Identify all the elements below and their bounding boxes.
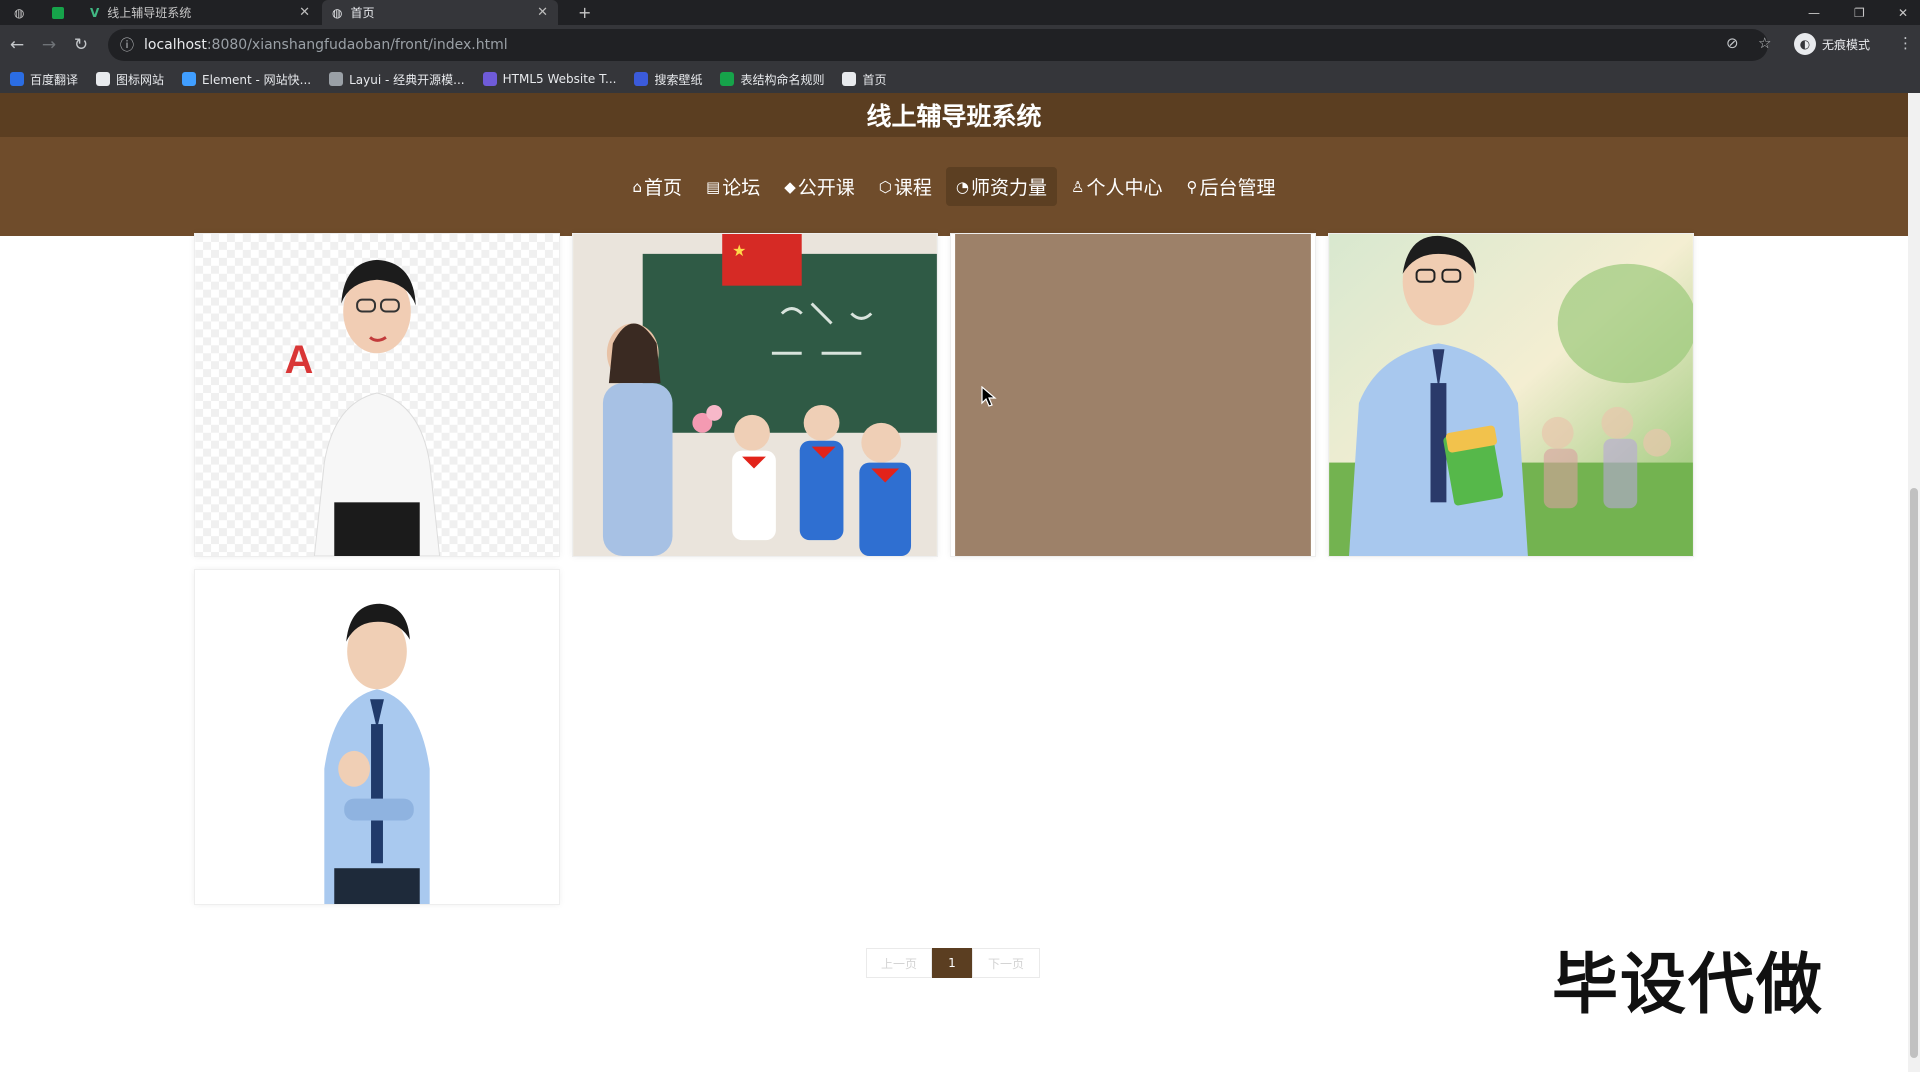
bookmarks-bar: 百度翻译 图标网站 Element - 网站快... Layui - 经典开源模...… bbox=[0, 65, 1920, 93]
main-nav: ⌂ 首页 ▤ 论坛 ◆ 公开课 ⬡ 课程 ◔ 师资力量 ♙ 个人中心 ⚲ 后台管理 bbox=[0, 137, 1908, 236]
forum-icon: ▤ bbox=[706, 177, 721, 196]
pagination: 上一页 1 下一页 bbox=[866, 948, 1040, 978]
teacher-photo-4 bbox=[1329, 234, 1693, 556]
bookmark-icon bbox=[720, 72, 735, 86]
url-path: :8080/xianshangfudaoban/front/index.html bbox=[206, 37, 508, 53]
graduation-icon: ◆ bbox=[784, 177, 796, 196]
close-tab-icon[interactable]: ✕ bbox=[537, 5, 548, 20]
nav-item[interactable]: ⚲ 后台管理 bbox=[1177, 167, 1286, 206]
site-title: 线上辅导班系统 bbox=[0, 93, 1908, 137]
tab-title: 线上辅导班系统 bbox=[107, 6, 192, 20]
info-icon: ⓘ bbox=[120, 38, 134, 54]
bookmark-item[interactable]: 图标网站 bbox=[96, 71, 164, 88]
eye-off-icon[interactable]: ⊘ bbox=[1726, 34, 1739, 52]
bookmark-item[interactable]: 表结构命名规则 bbox=[720, 71, 824, 88]
new-tab-button[interactable]: + bbox=[568, 0, 598, 25]
nav-item[interactable]: ▤ 论坛 bbox=[696, 167, 770, 206]
pinned-tab-icon[interactable] bbox=[46, 0, 74, 25]
page-viewport: 线上辅导班系统 ⌂ 首页 ▤ 论坛 ◆ 公开课 ⬡ 课程 ◔ 师资力量 ♙ 个人中心 ⚲ 后台管理 A bbox=[0, 93, 1920, 1072]
bookmark-icon bbox=[482, 72, 497, 86]
user-icon: ♙ bbox=[1071, 177, 1085, 196]
bookmark-label: 百度翻译 bbox=[30, 72, 79, 87]
course-icon: ⬡ bbox=[878, 177, 892, 196]
url-host: localhost bbox=[144, 37, 207, 53]
nav-label: 课程 bbox=[893, 177, 932, 199]
incognito-profile[interactable]: ◐ 无痕模式 bbox=[1794, 33, 1870, 55]
bookmark-label: 表结构命名规则 bbox=[740, 72, 825, 87]
browser-tab-system[interactable]: V 线上辅导班系统 ✕ bbox=[80, 0, 320, 25]
nav-label: 公开课 bbox=[797, 177, 855, 199]
browser-toolbar: ← → ↻ ⓘ localhost :8080/xianshangfudaoba… bbox=[0, 25, 1920, 65]
teacher-card[interactable]: A bbox=[194, 233, 560, 557]
browser-tab-home[interactable]: ◍ 首页 ✕ bbox=[322, 0, 558, 25]
page-scrollbar[interactable] bbox=[1908, 93, 1920, 1072]
home-icon: ⌂ bbox=[632, 177, 643, 196]
nav-label: 师资力量 bbox=[971, 177, 1048, 199]
vue-icon: V bbox=[90, 5, 100, 20]
watermark-text: 毕设代做 bbox=[1552, 946, 1824, 1023]
bookmark-item[interactable]: HTML5 Website T... bbox=[482, 72, 617, 86]
bookmark-icon bbox=[634, 72, 649, 86]
nav-label: 论坛 bbox=[722, 177, 761, 199]
nav-item[interactable]: ⌂ 首页 bbox=[622, 167, 692, 206]
bookmark-icon bbox=[182, 72, 197, 86]
bookmark-item[interactable]: 搜索壁纸 bbox=[634, 71, 702, 88]
bookmark-label: Layui - 经典开源模... bbox=[349, 72, 465, 87]
nav-item[interactable]: ◆ 公开课 bbox=[774, 167, 865, 206]
teacher-photo-2: ★ bbox=[573, 234, 937, 556]
profile-label: 无痕模式 bbox=[1822, 37, 1871, 52]
bookmark-label: 首页 bbox=[862, 72, 887, 87]
scrollbar-thumb[interactable] bbox=[1910, 488, 1918, 1058]
nav-label: 后台管理 bbox=[1199, 177, 1276, 199]
tab-title: 首页 bbox=[350, 6, 375, 20]
teacher-card[interactable]: ★ bbox=[572, 233, 938, 557]
svg-text:A: A bbox=[285, 338, 314, 382]
incognito-icon: ◐ bbox=[1794, 33, 1816, 55]
bookmark-label: Element - 网站快... bbox=[202, 72, 312, 87]
browser-icon: ◍ bbox=[14, 5, 25, 20]
restore-icon[interactable]: ❐ bbox=[1844, 0, 1870, 25]
forward-icon[interactable]: → bbox=[38, 34, 60, 56]
bookmark-item[interactable]: 百度翻译 bbox=[10, 71, 78, 88]
svg-text:★: ★ bbox=[732, 241, 746, 260]
teacher-photo-3 bbox=[955, 234, 1311, 556]
teacher-card[interactable] bbox=[194, 569, 560, 905]
bookmark-icon bbox=[842, 72, 857, 86]
reload-icon[interactable]: ↻ bbox=[70, 34, 92, 56]
globe-icon: ◍ bbox=[332, 5, 343, 20]
bookmark-icon bbox=[96, 72, 111, 86]
close-window-icon[interactable]: ✕ bbox=[1888, 0, 1914, 25]
bookmark-item[interactable]: 首页 bbox=[842, 71, 887, 88]
minimize-icon[interactable]: — bbox=[1798, 0, 1824, 25]
bookmark-item[interactable]: Element - 网站快... bbox=[182, 71, 311, 88]
next-page-button[interactable]: 下一页 bbox=[972, 948, 1040, 978]
menu-icon[interactable]: ⋮ bbox=[1898, 34, 1913, 52]
close-tab-icon[interactable]: ✕ bbox=[299, 5, 310, 20]
bookmark-icon bbox=[10, 72, 24, 86]
teacher-card[interactable] bbox=[1328, 233, 1694, 557]
bookmark-icon bbox=[329, 72, 344, 86]
bookmark-label: HTML5 Website T... bbox=[502, 72, 617, 86]
page-number-button[interactable]: 1 bbox=[932, 948, 972, 978]
nav-item[interactable]: ⬡ 课程 bbox=[869, 167, 942, 206]
teacher-photo-1: A bbox=[195, 234, 559, 556]
nav-label: 首页 bbox=[644, 177, 683, 199]
star-icon[interactable]: ☆ bbox=[1758, 34, 1771, 52]
prev-page-button[interactable]: 上一页 bbox=[866, 948, 932, 978]
nav-item[interactable]: ♙ 个人中心 bbox=[1061, 167, 1172, 206]
teacher-card[interactable] bbox=[950, 233, 1316, 557]
back-icon[interactable]: ← bbox=[6, 34, 28, 56]
bookmark-item[interactable]: Layui - 经典开源模... bbox=[329, 71, 465, 88]
link-icon: ⚲ bbox=[1186, 177, 1198, 196]
browser-tab-strip: ◍ V 线上辅导班系统 ✕ ◍ 首页 ✕ + — ❐ ✕ bbox=[0, 0, 1920, 25]
nav-label: 个人中心 bbox=[1086, 177, 1163, 199]
nav-item[interactable]: ◔ 师资力量 bbox=[945, 167, 1058, 206]
address-bar[interactable]: ⓘ localhost :8080/xianshangfudaoban/fron… bbox=[108, 29, 1768, 61]
bookmark-label: 图标网站 bbox=[116, 72, 165, 87]
bookmark-label: 搜索壁纸 bbox=[654, 72, 703, 87]
teacher-photo-5 bbox=[195, 570, 559, 904]
power-icon: ◔ bbox=[955, 177, 970, 196]
